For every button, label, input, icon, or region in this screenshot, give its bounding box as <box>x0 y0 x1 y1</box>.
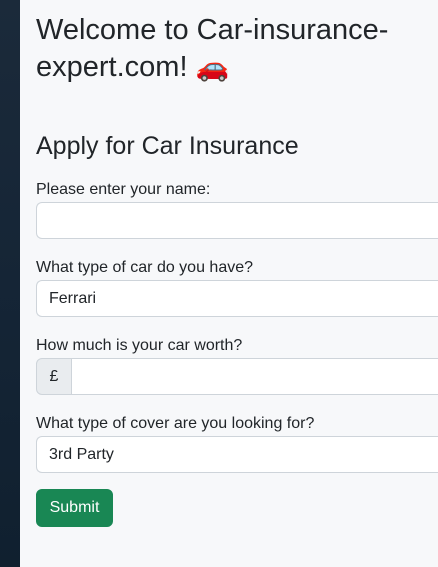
car-type-label: What type of car do you have? <box>36 259 254 276</box>
cover-type-label: What type of cover are you looking for? <box>36 415 315 432</box>
car-worth-input[interactable] <box>71 358 438 395</box>
cover-type-selected-value: 3rd Party <box>49 446 114 463</box>
car-worth-input-group: £ <box>36 358 438 395</box>
name-label: Please enter your name: <box>36 181 211 198</box>
page-title: Welcome to Car-insurance-expert.com! 🚗 <box>36 12 436 86</box>
currency-prefix: £ <box>36 358 72 395</box>
submit-button[interactable]: Submit <box>36 489 113 527</box>
left-sidebar-strip <box>0 0 20 567</box>
form-title: Apply for Car Insurance <box>36 132 299 160</box>
car-worth-label: How much is your car worth? <box>36 337 243 354</box>
car-type-selected-value: Ferrari <box>49 290 97 307</box>
name-input[interactable] <box>36 202 438 239</box>
car-icon: 🚗 <box>195 52 230 83</box>
car-type-select[interactable]: Ferrari <box>36 280 438 317</box>
cover-type-select[interactable]: 3rd Party <box>36 436 438 473</box>
